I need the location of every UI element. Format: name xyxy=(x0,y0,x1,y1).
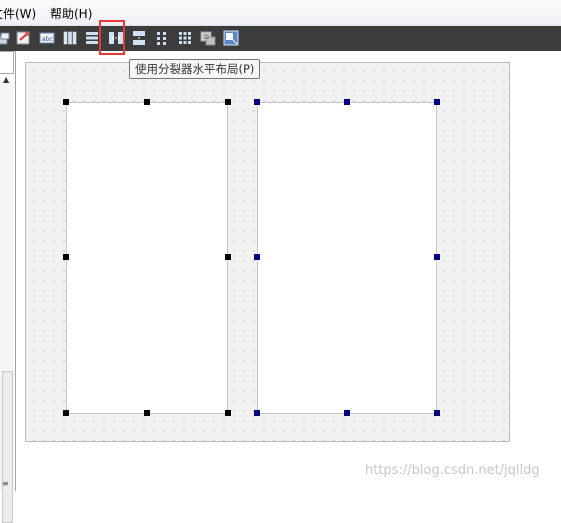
selection-handle[interactable] xyxy=(344,99,350,105)
panel-filter-box[interactable] xyxy=(0,51,14,74)
menu-bar: 文件(W) 帮助(H) xyxy=(0,0,561,26)
resize-handle[interactable] xyxy=(144,99,150,105)
resize-handle[interactable] xyxy=(63,254,69,260)
widget-box-panel: ▲ ≡ xyxy=(0,51,16,523)
layout-vertical-splitter-icon xyxy=(133,31,145,45)
edit-signals-slots-icon xyxy=(16,31,30,45)
layout-vertical-icon xyxy=(86,32,98,44)
layout-vertical-splitter-button[interactable] xyxy=(131,30,147,46)
selection-handle[interactable] xyxy=(434,99,440,105)
layout-vertical-button[interactable] xyxy=(84,30,100,46)
selection-handle[interactable] xyxy=(434,410,440,416)
scrollbar-thumb[interactable] xyxy=(2,371,13,523)
watermark-text: https://blog.csdn.net/jqlldg xyxy=(365,463,540,478)
layout-form-button[interactable] xyxy=(154,30,170,46)
svg-text:abc: abc xyxy=(42,36,53,43)
edit-widgets-button[interactable] xyxy=(0,30,13,46)
selection-handle[interactable] xyxy=(344,410,350,416)
edit-buddies-button[interactable]: abc xyxy=(39,30,55,46)
adjust-size-icon xyxy=(223,30,239,46)
resize-handle[interactable] xyxy=(63,410,69,416)
grip-icon: ≡ xyxy=(2,479,9,488)
resize-handle[interactable] xyxy=(63,99,69,105)
layout-grid-icon xyxy=(179,32,191,44)
menu-help[interactable]: 帮助(H) xyxy=(50,7,92,21)
layout-horizontal-icon xyxy=(63,31,77,45)
layout-grid-button[interactable] xyxy=(177,30,193,46)
selection-handle[interactable] xyxy=(434,254,440,260)
selection-handle[interactable] xyxy=(254,99,260,105)
resize-handle[interactable] xyxy=(225,410,231,416)
scroll-up-arrow-icon[interactable]: ▲ xyxy=(3,75,9,84)
resize-handle[interactable] xyxy=(144,410,150,416)
text-edit-left[interactable] xyxy=(66,102,228,414)
resize-handle[interactable] xyxy=(225,99,231,105)
break-layout-button[interactable] xyxy=(200,30,216,46)
edit-signals-slots-button[interactable] xyxy=(16,30,32,46)
selection-handle[interactable] xyxy=(254,410,260,416)
break-layout-icon xyxy=(200,31,216,46)
resize-handle[interactable] xyxy=(225,254,231,260)
form-canvas[interactable] xyxy=(25,62,510,442)
panel-scrollbar[interactable] xyxy=(0,81,14,523)
layout-horizontal-button[interactable] xyxy=(62,30,78,46)
layout-form-icon xyxy=(157,32,166,45)
highlight-frame xyxy=(99,20,125,55)
adjust-size-button[interactable] xyxy=(223,30,239,46)
edit-widgets-icon xyxy=(0,32,10,45)
toolbar-tooltip: 使用分裂器水平布局(P) xyxy=(129,59,261,79)
selection-handle[interactable] xyxy=(254,254,260,260)
text-edit-right[interactable] xyxy=(257,102,437,414)
toolbar: abc xyxy=(0,26,561,51)
menu-file[interactable]: 文件(W) xyxy=(0,7,36,21)
edit-buddies-icon: abc xyxy=(39,32,55,44)
